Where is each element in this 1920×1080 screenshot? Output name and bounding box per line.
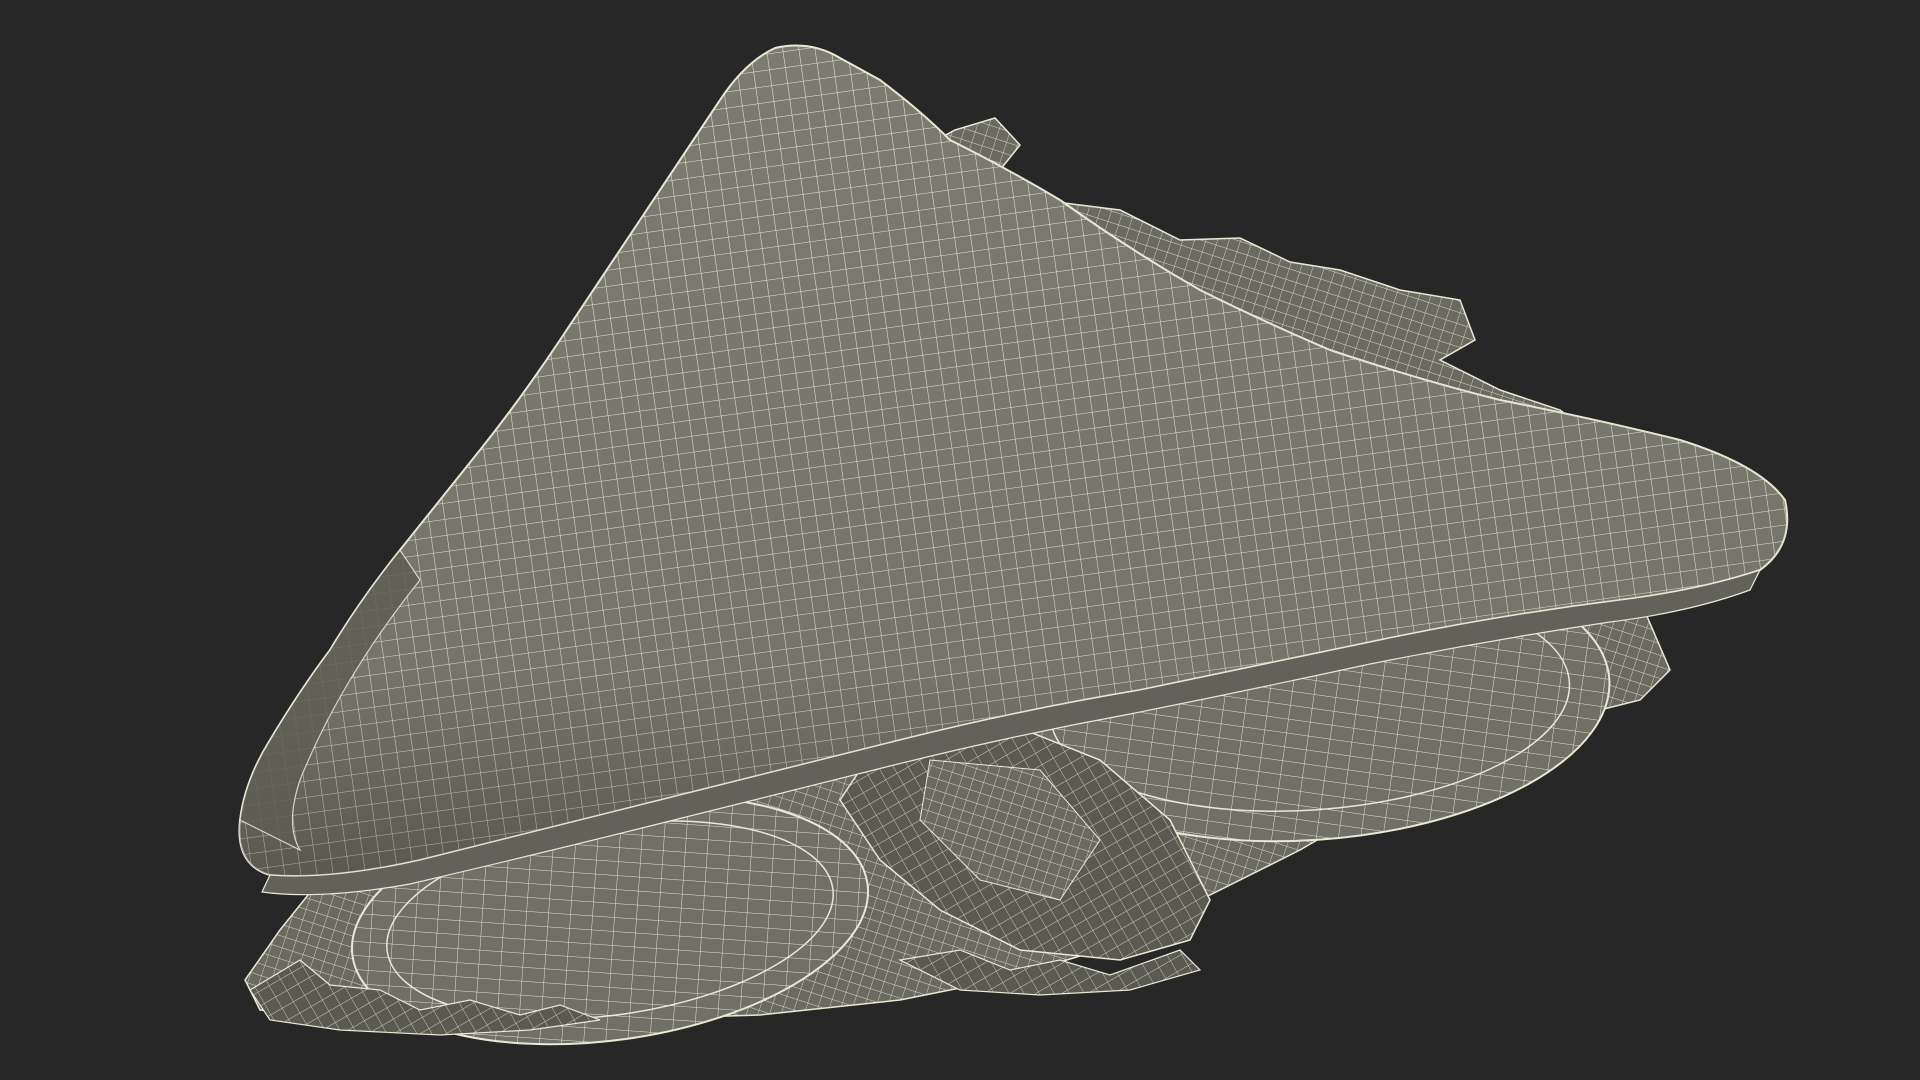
render-viewport <box>0 0 1920 1080</box>
sandwich-wireframe-render <box>238 44 1789 1046</box>
